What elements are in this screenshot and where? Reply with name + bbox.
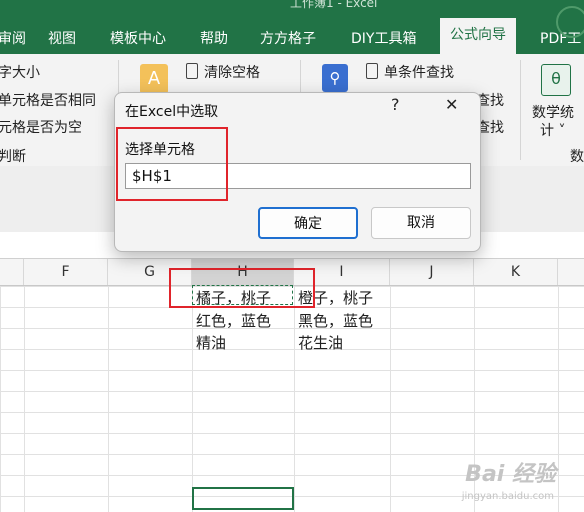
- highlight-box-h1: [169, 268, 315, 308]
- cancel-button[interactable]: 取消: [371, 207, 471, 239]
- grid-line: [558, 286, 559, 512]
- column-header-partial[interactable]: [558, 259, 584, 285]
- column-header-k[interactable]: K: [474, 259, 558, 285]
- ribbon-item-cell-same[interactable]: 单元格是否相同: [0, 90, 96, 110]
- ribbon-item-math-stats-dropdown[interactable]: 计 ˅: [540, 120, 565, 140]
- ribbon-item-clear-spaces[interactable]: 清除空格: [186, 62, 260, 82]
- watermark-logo-icon: [556, 6, 584, 38]
- dialog-title: 在Excel中选取: [125, 104, 219, 120]
- ribbon-tab-bar: 工作簿1 - Excel 审阅 视图 模板中心 帮助 方方格子 DIY工具箱 公…: [0, 0, 584, 54]
- watermark-sub: jingyan.baidu.com: [461, 491, 554, 502]
- tab-diy-toolbox[interactable]: DIY工具箱: [351, 28, 416, 48]
- column-header-j[interactable]: J: [390, 259, 474, 285]
- tab-formula-wizard[interactable]: 公式向导: [440, 18, 516, 54]
- ribbon-item-font-size[interactable]: 字大小: [0, 62, 40, 82]
- window-title: 工作簿1 - Excel: [290, 0, 378, 10]
- tab-help[interactable]: 帮助: [200, 28, 228, 48]
- close-icon[interactable]: ✕: [445, 95, 458, 114]
- tab-review[interactable]: 审阅: [0, 28, 26, 48]
- theta-function-icon[interactable]: θ: [541, 64, 571, 96]
- tab-view[interactable]: 视图: [48, 28, 76, 48]
- ok-button[interactable]: 确定: [258, 207, 358, 239]
- cell-i2[interactable]: 黑色，蓝色: [298, 310, 373, 331]
- checkbox-icon: [366, 63, 378, 79]
- ribbon-group-judge: 判断: [0, 149, 26, 165]
- column-header-f[interactable]: F: [24, 259, 108, 285]
- help-icon[interactable]: ?: [391, 95, 400, 114]
- tab-fangfanggezi[interactable]: 方方格子: [260, 28, 316, 48]
- ribbon-item-single-lookup[interactable]: 单条件查找: [366, 62, 454, 82]
- ribbon-group-label: 数: [570, 149, 584, 165]
- ribbon-item-math-stats[interactable]: 数学统: [532, 102, 574, 122]
- highlight-box-dialog-field: [116, 127, 228, 201]
- grid-line: [24, 286, 25, 512]
- ribbon-item-cell-empty[interactable]: 元格是否为空: [0, 117, 82, 137]
- cell-h2[interactable]: 红色，蓝色: [196, 310, 271, 331]
- active-cell-cursor[interactable]: [192, 487, 294, 510]
- text-a-icon[interactable]: A: [140, 64, 168, 94]
- tab-template-center[interactable]: 模板中心: [110, 28, 166, 48]
- cell-h3[interactable]: 精油: [196, 332, 226, 353]
- grid-line: [294, 286, 295, 512]
- grid-line: [192, 286, 193, 512]
- column-header-partial[interactable]: [0, 259, 24, 285]
- watermark: Bai 经验: [465, 462, 556, 487]
- ribbon-separator: [520, 60, 521, 160]
- search-icon[interactable]: ⚲: [322, 64, 348, 92]
- grid-line: [108, 286, 109, 512]
- checkbox-icon: [186, 63, 198, 79]
- cell-i3[interactable]: 花生油: [298, 332, 343, 353]
- grid-line: [390, 286, 391, 512]
